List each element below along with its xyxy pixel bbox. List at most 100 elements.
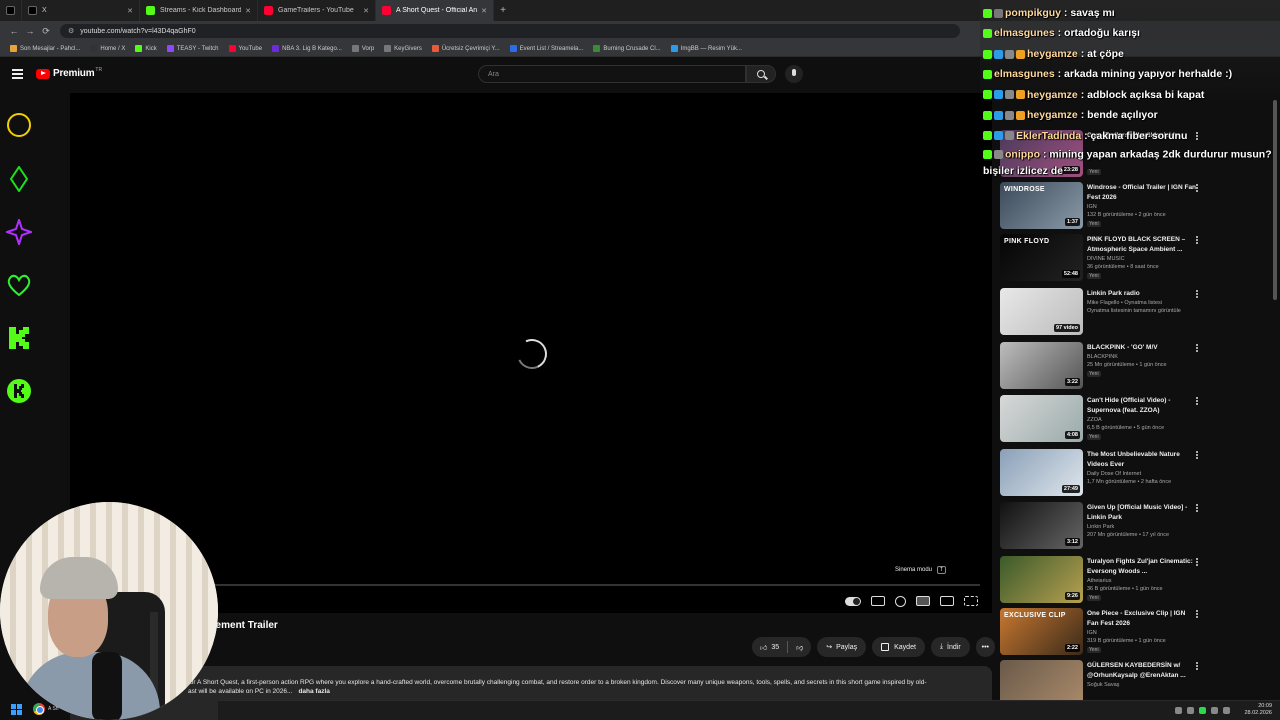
recommendation-item[interactable]: 9:26 Turalyon Fights Zul'jan Cinematic: E…: [998, 556, 1280, 606]
recommendation-title[interactable]: Turalyon Fights Zul'jan Cinematic: Evers…: [1087, 557, 1197, 577]
channel-name[interactable]: IGN: [1087, 630, 1097, 636]
bookmark-item[interactable]: Burning Crusade Cl...: [593, 45, 661, 52]
more-options-icon[interactable]: [1196, 610, 1199, 620]
cinema-mode-icon[interactable]: [916, 596, 930, 606]
video-thumbnail[interactable]: 97 video: [1000, 288, 1083, 335]
recommendation-item[interactable]: PINK FLOYD 52:48 PINK FLOYD BLACK SCREEN –…: [998, 234, 1280, 284]
recommendation-item[interactable]: 4:08 Can't Hide (Official Video) - Supern…: [998, 395, 1280, 445]
more-options-icon[interactable]: [1196, 344, 1199, 354]
tray-icon[interactable]: [1199, 707, 1206, 714]
forward-icon[interactable]: →: [22, 26, 38, 36]
tab-kick-dashboard[interactable]: Streams - Kick Dashboard ✕: [140, 0, 258, 21]
channel-name[interactable]: Soğuk Savaş: [1087, 682, 1119, 688]
tab-short-quest[interactable]: A Short Quest - Official Annou✕: [376, 0, 494, 21]
fullscreen-icon[interactable]: [964, 596, 978, 606]
bookmark-item[interactable]: Kick: [135, 45, 157, 52]
share-button[interactable]: ↪ Paylaş: [817, 637, 867, 657]
video-thumbnail[interactable]: PINK FLOYD 52:48: [1000, 234, 1083, 281]
channel-name[interactable]: Daily Dose Of Internet: [1087, 471, 1141, 477]
recommendation-title[interactable]: BLACKPINK - 'GO' M/V: [1087, 343, 1197, 353]
channel-name[interactable]: DIVINE MUSIC: [1087, 256, 1125, 262]
close-icon[interactable]: ✕: [481, 7, 487, 15]
bookmark-item[interactable]: Ücretsiz Çevrimiçi Y...: [431, 45, 500, 52]
recommendation-title[interactable]: The Most Unbelievable Nature Videos Ever: [1087, 450, 1197, 470]
download-button[interactable]: ⤓ İndir: [930, 637, 970, 657]
video-thumbnail[interactable]: EXCLUSIVE CLIP 2:22: [1000, 608, 1083, 655]
tray-icon[interactable]: [1187, 707, 1194, 714]
recommendation-item[interactable]: 27:49 The Most Unbelievable Nature Videos…: [998, 449, 1280, 499]
channel-name[interactable]: IGN: [1087, 204, 1097, 210]
bookmark-item[interactable]: Son Mesajlar - Pahcl...: [10, 45, 80, 52]
video-thumbnail[interactable]: 4:08: [1000, 395, 1083, 442]
bookmark-item[interactable]: Vorp: [351, 45, 374, 52]
more-options-icon[interactable]: [1196, 451, 1199, 461]
search-icon[interactable]: [746, 65, 776, 83]
channel-name[interactable]: Mike Flagello • Oynatma listesi: [1087, 300, 1162, 306]
search-input[interactable]: Ara: [478, 65, 746, 83]
autoplay-toggle[interactable]: [845, 596, 861, 606]
recommendation-item[interactable]: WINDROSE 1:37 Windrose - Official Trailer …: [998, 182, 1280, 232]
tray-icon[interactable]: [1175, 707, 1182, 714]
save-button[interactable]: Kaydet: [872, 637, 925, 657]
close-icon[interactable]: ✕: [363, 7, 369, 15]
recommendation-item[interactable]: EXCLUSIVE CLIP 2:22 One Piece - Exclusive …: [998, 608, 1280, 658]
more-actions-button[interactable]: •••: [975, 637, 996, 657]
microphone-icon[interactable]: [785, 65, 803, 83]
more-options-icon[interactable]: [1196, 504, 1199, 514]
more-options-icon[interactable]: [1196, 558, 1199, 568]
close-icon[interactable]: ✕: [245, 7, 251, 15]
more-options-icon[interactable]: [1196, 290, 1199, 300]
channel-name[interactable]: Linkin Park: [1087, 524, 1114, 530]
back-icon[interactable]: ←: [6, 26, 22, 36]
bookmark-item[interactable]: ImgBB — Resim Yük...: [670, 45, 742, 52]
tray-icon[interactable]: [1211, 707, 1218, 714]
settings-icon[interactable]: [895, 595, 906, 607]
more-options-icon[interactable]: [1196, 662, 1199, 672]
taskbar-app-label[interactable]: A Sh: [48, 706, 59, 712]
new-tab-button[interactable]: +: [494, 5, 512, 16]
recommendation-title[interactable]: GÜLERSEN KAYBEDERSİN w/ @OrhunKaysalp @E…: [1087, 661, 1197, 681]
cast-icon[interactable]: [940, 596, 954, 606]
video-thumbnail[interactable]: 27:49: [1000, 449, 1083, 496]
bookmark-item[interactable]: Event List / Streamela...: [509, 45, 583, 52]
windows-start-icon[interactable]: [11, 704, 22, 715]
bookmark-item[interactable]: TEASY - Twitch: [166, 45, 219, 52]
more-options-icon[interactable]: [1196, 236, 1199, 246]
dislike-icon[interactable]: 👎︎: [796, 643, 803, 652]
url-field[interactable]: ⚙ youtube.com/watch?v=l43D4qaGhF0: [60, 24, 960, 38]
recommendation-item[interactable]: 3:12 Given Up [Official Music Video] - Li…: [998, 502, 1280, 552]
video-thumbnail[interactable]: 9:26: [1000, 556, 1083, 603]
clock[interactable]: 20:09 28.02.2026: [1244, 703, 1272, 717]
more-options-icon[interactable]: [1196, 184, 1199, 194]
recommendation-title[interactable]: Windrose - Official Trailer | IGN Fan Fe…: [1087, 183, 1197, 203]
video-thumbnail[interactable]: WINDROSE 1:37: [1000, 182, 1083, 229]
chrome-icon[interactable]: [33, 703, 45, 715]
site-info-icon[interactable]: ⚙: [68, 27, 74, 35]
recommendation-item[interactable]: 97 video Linkin Park radio Mike Flagello •…: [998, 288, 1280, 338]
channel-name[interactable]: BLACKPINK: [1087, 354, 1118, 360]
like-icon[interactable]: 👍︎: [760, 643, 767, 652]
recommendation-title[interactable]: Can't Hide (Official Video) - Supernova …: [1087, 396, 1197, 416]
tray-icon[interactable]: [1223, 707, 1230, 714]
youtube-logo[interactable]: Premium TR: [36, 67, 102, 79]
progress-bar[interactable]: [210, 584, 980, 586]
recommendation-title[interactable]: Linkin Park radio: [1087, 289, 1197, 299]
recommendation-title[interactable]: PINK FLOYD BLACK SCREEN – Atmospheric Sp…: [1087, 235, 1197, 255]
tab-gametrailers[interactable]: GameTrailers - YouTube ✕: [258, 0, 376, 21]
recommendation-title[interactable]: Given Up [Official Music Video] - Linkin…: [1087, 503, 1197, 523]
reload-icon[interactable]: ⟳: [38, 26, 54, 37]
recommendation-item[interactable]: 3:22 BLACKPINK - 'GO' M/V BLACKPINK 25 Mn g…: [998, 342, 1280, 392]
video-thumbnail[interactable]: 3:22: [1000, 342, 1083, 389]
bookmark-item[interactable]: KeyGivers: [384, 45, 422, 52]
tab-x-2[interactable]: X ✕: [22, 0, 140, 21]
bookmark-item[interactable]: Home / X: [90, 45, 125, 52]
bookmark-item[interactable]: NBA 3. Lig B Katego...: [272, 45, 342, 52]
recommendation-title[interactable]: One Piece - Exclusive Clip | IGN Fan Fes…: [1087, 609, 1197, 629]
tab-x-1[interactable]: [0, 0, 22, 21]
channel-name[interactable]: Atheiarius: [1087, 578, 1111, 584]
close-icon[interactable]: ✕: [127, 7, 133, 15]
menu-icon[interactable]: [12, 69, 23, 79]
bookmark-item[interactable]: YouTube: [228, 45, 262, 52]
subtitles-icon[interactable]: [871, 596, 885, 606]
more-options-icon[interactable]: [1196, 397, 1199, 407]
